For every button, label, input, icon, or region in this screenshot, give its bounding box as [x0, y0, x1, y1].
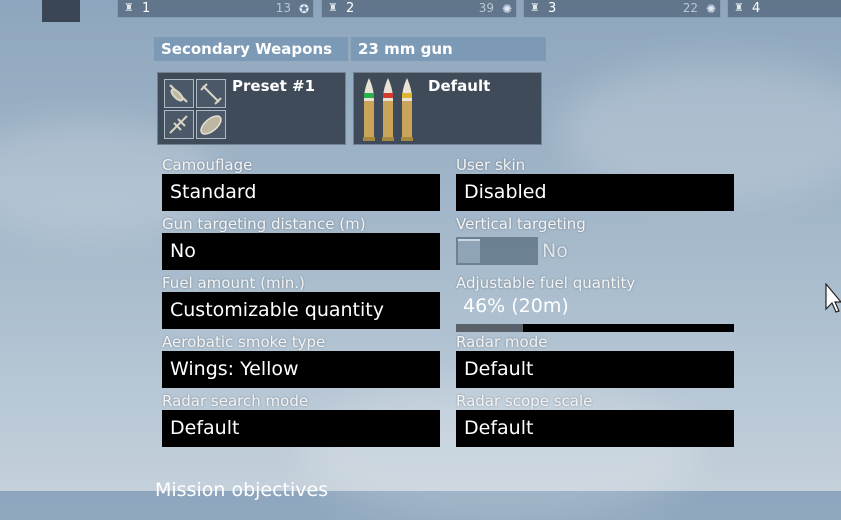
user-skin-label: User skin: [456, 156, 526, 174]
fuel-slider-fill: [456, 324, 523, 332]
crew-icon: ♜: [328, 1, 338, 14]
crew-slot-empty[interactable]: [42, 0, 80, 22]
adjustable-fuel-value: 46% (20m): [463, 295, 569, 317]
smoke-type-label: Aerobatic smoke type: [162, 333, 326, 351]
crew-level: 39: [478, 1, 494, 15]
adjustable-fuel-label: Adjustable fuel quantity: [456, 274, 636, 292]
mouse-cursor-icon: [825, 283, 841, 313]
crew-bar: ♜ 1 13 ✪ ♜ 2 39 ✺ ♜ 3 22 ✺ ♜ 4: [0, 0, 841, 24]
fuel-tank-icon: [196, 110, 226, 139]
crew-slot-3[interactable]: ♜ 3 22 ✺: [523, 0, 721, 18]
radar-mode-select[interactable]: Default: [456, 351, 734, 388]
toggle-knob: [458, 239, 480, 263]
crew-icon: ♜: [124, 1, 134, 14]
radar-search-select[interactable]: Default: [162, 410, 440, 447]
crew-slot-number: 1: [142, 1, 151, 16]
preset-label: Preset #1: [232, 77, 316, 95]
secondary-weapons-preset-card[interactable]: Preset #1: [157, 72, 346, 145]
bullet-icon: [401, 78, 413, 141]
radar-search-label: Radar search mode: [162, 392, 309, 410]
crew-icon: ♜: [530, 1, 540, 14]
gun-header: 23 mm gun: [351, 37, 546, 61]
fuel-amount-select[interactable]: Customizable quantity: [162, 292, 440, 329]
crew-level: 22: [682, 1, 698, 15]
radar-mode-label: Radar mode: [456, 333, 548, 351]
bullet-icon: [382, 78, 394, 141]
fuel-quantity-slider[interactable]: [456, 324, 734, 332]
crew-slot-number: 4: [752, 1, 761, 16]
missile-icon: [164, 110, 194, 139]
rocket-pod-icon: [164, 79, 194, 108]
radar-scope-label: Radar scope scale: [456, 392, 593, 410]
camouflage-select[interactable]: Standard: [162, 174, 440, 211]
bomb-icon: [196, 79, 226, 108]
crew-slot-4[interactable]: ♜ 4: [727, 0, 841, 18]
rank-star-icon: ✪: [298, 2, 309, 16]
expert-badge-icon: ✺: [705, 2, 716, 16]
gun-distance-label: Gun targeting distance (m): [162, 215, 366, 233]
fuel-amount-label: Fuel amount (min.): [162, 274, 305, 292]
expert-badge-icon: ✺: [501, 2, 512, 16]
smoke-type-select[interactable]: Wings: Yellow: [162, 351, 440, 388]
crew-level: 13: [275, 1, 291, 15]
user-skin-select[interactable]: Disabled: [456, 174, 734, 211]
gun-ammo-card[interactable]: Default: [353, 72, 542, 145]
bullet-icon: [363, 78, 375, 141]
vertical-targeting-toggle[interactable]: [456, 237, 538, 265]
crew-icon: ♜: [734, 1, 744, 14]
radar-scope-select[interactable]: Default: [456, 410, 734, 447]
mission-objectives-heading: Mission objectives: [155, 479, 329, 501]
camouflage-label: Camouflage: [162, 156, 253, 174]
secondary-weapons-header: Secondary Weapons: [154, 37, 348, 61]
vertical-targeting-label: Vertical targeting: [456, 215, 586, 233]
crew-slot-2[interactable]: ♜ 2 39 ✺: [321, 0, 517, 18]
crew-slot-number: 3: [548, 1, 557, 16]
crew-slot-1[interactable]: ♜ 1 13 ✪: [117, 0, 314, 18]
gun-distance-select[interactable]: No: [162, 233, 440, 270]
crew-slot-number: 2: [346, 1, 355, 16]
ammo-belt-label: Default: [428, 77, 491, 95]
vertical-targeting-value: No: [542, 240, 568, 262]
